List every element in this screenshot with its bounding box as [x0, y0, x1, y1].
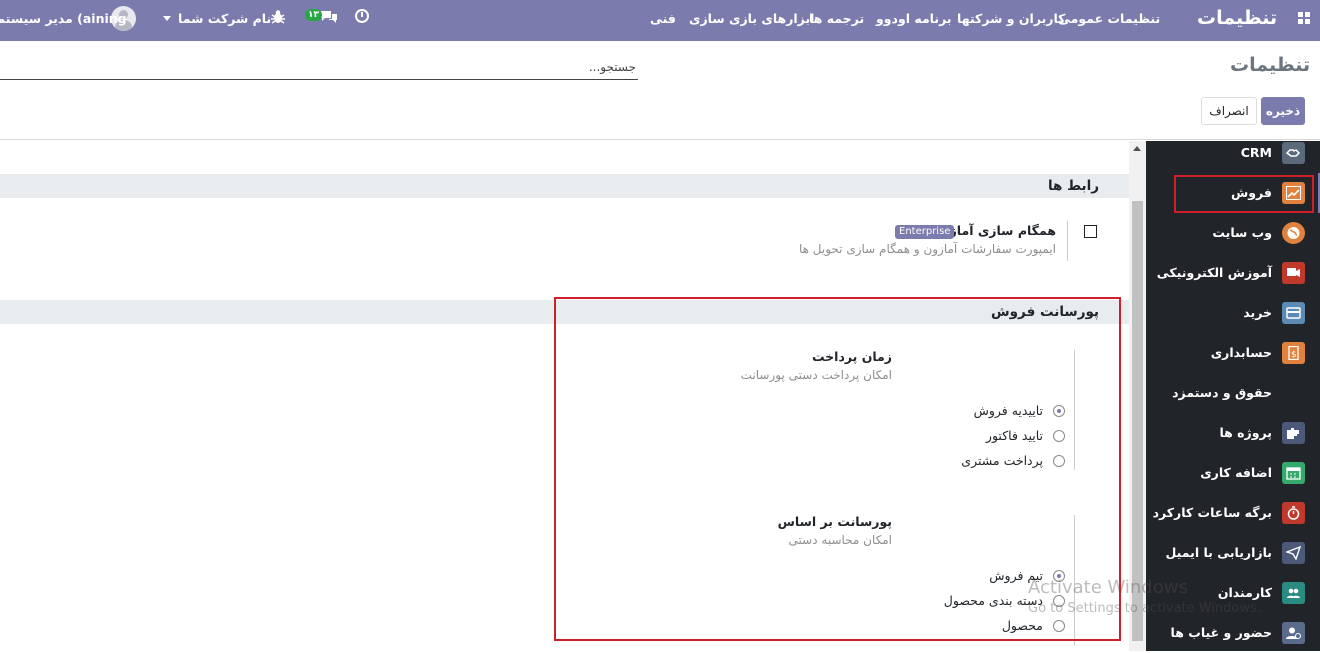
svg-text:$: $: [1291, 350, 1297, 360]
sidebar-label: حضور و غیاب ها: [1170, 625, 1272, 640]
amazon-sync-checkbox[interactable]: [1084, 225, 1097, 238]
radio-customer-payment[interactable]: پرداخت مشتری: [865, 452, 1065, 470]
windows-activation-watermark-title: Activate Windows: [1028, 577, 1188, 598]
elearning-icon: [1282, 262, 1305, 284]
sidebar-item-email-marketing[interactable]: بازاریابی با ایمیل: [1146, 533, 1320, 573]
section-title-connectors: رابط ها: [1047, 178, 1099, 194]
sales-icon: [1282, 182, 1305, 204]
sidebar-item-accounting[interactable]: $ حسابداری: [1146, 333, 1320, 373]
sidebar-label: برگه ساعات کارکرد: [1152, 505, 1272, 520]
user-menu[interactable]: مدیر سیستم (aining: [0, 0, 127, 37]
control-panel: تنظیمات ذخیره انصراف: [0, 41, 1320, 140]
company-switcher[interactable]: نام شرکت شما: [178, 0, 271, 37]
payment-time-description: امکان پرداخت دستی پورسانت: [740, 368, 892, 382]
scroll-up-arrow-icon[interactable]: [1133, 146, 1141, 151]
content-scrollbar[interactable]: [1129, 141, 1146, 651]
windows-activation-watermark-subtitle: Go to Settings to activate Windows.: [1028, 601, 1261, 616]
attendance-icon: [1282, 622, 1305, 644]
section-header-connectors: رابط ها: [0, 174, 1129, 198]
menu-technical[interactable]: فنی: [650, 0, 676, 37]
section-header-commission: پورسانت فروش: [0, 300, 1129, 324]
radio-button[interactable]: [1053, 405, 1065, 417]
crm-icon: [1282, 142, 1305, 164]
discard-button[interactable]: انصراف: [1201, 97, 1257, 125]
chat-icon[interactable]: [320, 10, 338, 27]
sidebar-item-crm[interactable]: CRM: [1146, 133, 1320, 173]
enterprise-badge: Enterprise: [895, 225, 955, 239]
radio-button[interactable]: [1053, 620, 1065, 632]
save-button[interactable]: ذخیره: [1261, 97, 1305, 125]
sidebar-label: فروش: [1231, 185, 1272, 200]
purchase-icon: [1282, 302, 1305, 324]
commission-basis-description: امکان محاسبه دستی: [788, 533, 892, 547]
commission-basis-title: پورسانت بر اساس: [777, 514, 892, 529]
accounting-icon: $: [1282, 342, 1305, 364]
radio-product[interactable]: محصول: [865, 617, 1065, 635]
sidebar-item-sales[interactable]: فروش: [1146, 173, 1320, 213]
menu-gamification-tools[interactable]: ابزارهای بازی سازی: [689, 0, 814, 37]
section-title-commission: پورسانت فروش: [991, 304, 1099, 320]
chat-count-badge: ۱۳: [305, 9, 322, 21]
sidebar-item-website[interactable]: وب سایت: [1146, 213, 1320, 253]
menu-users-companies[interactable]: کاربران و شرکتها: [957, 0, 1065, 37]
menu-translations[interactable]: ترجمه ها: [809, 0, 864, 37]
employees-icon: [1282, 582, 1305, 604]
radio-sale-confirmation[interactable]: تاییدیه فروش: [865, 402, 1065, 420]
sidebar-item-purchase[interactable]: خرید: [1146, 293, 1320, 333]
apps-menu-icon[interactable]: [1298, 12, 1311, 25]
settings-sidebar: CRM فروش وب سایت آموزش الکترونیکی خرید $…: [1146, 141, 1320, 651]
setting-divider: [1074, 350, 1075, 470]
sidebar-label: بازاریابی با ایمیل: [1165, 545, 1272, 560]
settings-content: رابط ها همگام سازی آمازون Enterprise ایم…: [0, 141, 1146, 651]
website-icon: [1282, 222, 1305, 244]
scroll-thumb[interactable]: [1132, 201, 1143, 641]
sidebar-label: آموزش الکترونیکی: [1156, 265, 1272, 280]
top-navbar: تنظیمات تنظیمات عمومی کاربران و شرکتها ب…: [0, 0, 1320, 41]
sidebar-label: حقوق و دستمزد: [1172, 385, 1272, 400]
setting-divider: [1067, 221, 1068, 261]
sidebar-label: حسابداری: [1210, 345, 1272, 360]
sidebar-label: CRM: [1240, 145, 1272, 160]
sidebar-item-attendance[interactable]: حضور و غیاب ها: [1146, 613, 1320, 653]
radio-button[interactable]: [1053, 455, 1065, 467]
sidebar-item-timesheets[interactable]: برگه ساعات کارکرد: [1146, 493, 1320, 533]
app-brand[interactable]: تنظیمات: [1197, 0, 1277, 37]
radio-button[interactable]: [1053, 430, 1065, 442]
sidebar-item-elearning[interactable]: آموزش الکترونیکی: [1146, 253, 1320, 293]
email-marketing-icon: [1282, 542, 1305, 564]
radio-invoice-confirmation[interactable]: تایید فاکتور: [865, 427, 1065, 445]
sidebar-label: اضافه کاری: [1200, 465, 1272, 480]
menu-odoo-apps[interactable]: برنامه اودوو: [876, 0, 952, 37]
amazon-sync-description: ایمپورت سفارشات آمازون و همگام سازی تحوی…: [799, 242, 1056, 256]
project-icon: [1282, 422, 1305, 444]
clock-icon[interactable]: [355, 9, 369, 23]
search-input[interactable]: [0, 54, 638, 79]
search-box: [0, 54, 638, 80]
sidebar-label: پروژه ها: [1219, 425, 1272, 440]
overtime-icon: [1282, 462, 1305, 484]
sidebar-item-overtime[interactable]: اضافه کاری: [1146, 453, 1320, 493]
sidebar-label: وب سایت: [1212, 225, 1272, 240]
sidebar-label: خرید: [1243, 305, 1272, 320]
bug-icon[interactable]: [271, 9, 285, 28]
chevron-down-icon[interactable]: [163, 16, 171, 21]
sidebar-item-projects[interactable]: پروژه ها: [1146, 413, 1320, 453]
page-title: تنظیمات: [1230, 54, 1311, 76]
payment-time-title: زمان پرداخت: [811, 349, 892, 364]
timesheet-icon: [1282, 502, 1305, 524]
sidebar-item-payroll[interactable]: حقوق و دستمزد: [1146, 373, 1320, 413]
menu-general-settings[interactable]: تنظیمات عمومی: [1058, 0, 1160, 37]
